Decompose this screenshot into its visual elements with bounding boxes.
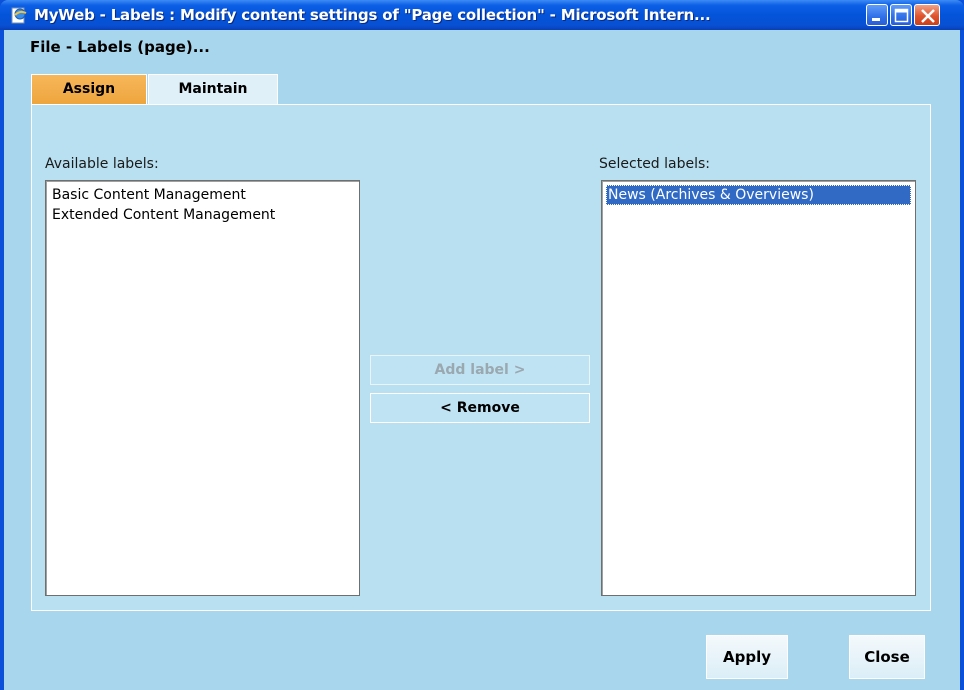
minimize-button[interactable]: [866, 4, 888, 26]
apply-button[interactable]: Apply: [706, 635, 788, 679]
close-icon: [921, 9, 935, 23]
available-labels-list[interactable]: Basic Content Management Extended Conten…: [45, 180, 360, 596]
ie-page-icon: [10, 6, 28, 24]
minimize-icon: [872, 18, 880, 21]
add-label-button[interactable]: Add label >: [370, 355, 590, 385]
list-item-news-archives-overviews[interactable]: News (Archives & Overviews): [606, 185, 911, 205]
list-item-extended-content-management[interactable]: Extended Content Management: [46, 205, 359, 225]
available-labels-caption: Available labels:: [45, 156, 159, 172]
tab-maintain[interactable]: Maintain: [148, 74, 278, 104]
title-bar[interactable]: MyWeb - Labels : Modify content settings…: [0, 0, 964, 30]
selected-labels-list[interactable]: News (Archives & Overviews): [601, 180, 916, 596]
maximize-button[interactable]: [890, 4, 912, 26]
maximize-icon: [894, 8, 909, 23]
tab-assign[interactable]: Assign: [31, 74, 147, 104]
selected-labels-caption: Selected labels:: [599, 156, 711, 172]
remove-label-button[interactable]: < Remove: [370, 393, 590, 423]
close-window-button[interactable]: [914, 4, 940, 26]
file-caption: File - Labels (page)...: [30, 38, 210, 56]
window-title: MyWeb - Labels : Modify content settings…: [34, 6, 711, 24]
ie-window: MyWeb - Labels : Modify content settings…: [0, 0, 964, 690]
list-item-basic-content-management[interactable]: Basic Content Management: [46, 185, 359, 205]
close-button[interactable]: Close: [849, 635, 925, 679]
